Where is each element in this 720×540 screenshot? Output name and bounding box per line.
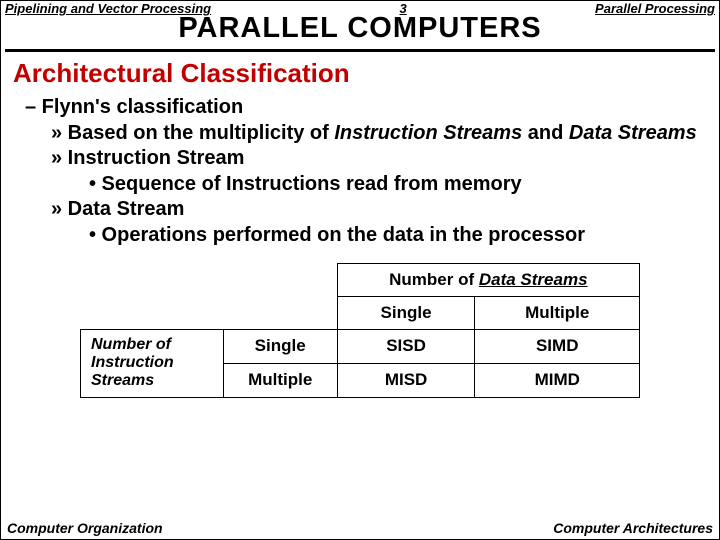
footer-right: Computer Architectures [553,520,713,536]
text-underline: Data Streams [479,270,588,289]
bullet-sequence: • Sequence of Instructions read from mem… [89,172,701,198]
text: Instruction [91,354,174,371]
spacer [81,263,338,296]
spacer [81,296,338,329]
col-group-header: Number of Data Streams [337,263,639,296]
text: and [522,122,569,144]
cell-mimd: MIMD [475,363,640,397]
classification-table: Number of Data Streams Single Multiple N… [80,263,640,398]
cell-misd: MISD [337,363,475,397]
text: Number of [389,270,479,289]
row-group-header: Number of Instruction Streams [81,329,224,397]
header-right: Parallel Processing [595,1,715,16]
bullet-instruction-stream: » Instruction Stream [51,146,701,172]
col-single: Single [337,296,475,329]
text: » Based on the multiplicity of [51,122,334,144]
row-single: Single [223,329,337,363]
row-multiple: Multiple [223,363,337,397]
slide: Pipelining and Vector Processing 3 Paral… [0,0,720,540]
term-data-streams: Data Streams [569,122,697,144]
section-heading: Architectural Classification [1,58,719,89]
footer-left: Computer Organization [7,520,163,536]
bullet-data-stream: » Data Stream [51,197,701,223]
col-multiple: Multiple [475,296,640,329]
title-rule [5,49,715,52]
text: Streams [91,372,154,389]
bullet-operations: • Operations performed on the data in th… [89,223,701,249]
cell-sisd: SISD [337,329,475,363]
flynn-table: Number of Data Streams Single Multiple N… [80,263,640,398]
slide-title: PARALLEL COMPUTERS [1,12,719,45]
bullet-flynn: – Flynn's classification [25,95,701,121]
body-content: – Flynn's classification » Based on the … [1,95,719,249]
cell-simd: SIMD [475,329,640,363]
text: Number of [91,336,171,353]
term-instruction-streams: Instruction Streams [334,122,522,144]
bullet-based-on: » Based on the multiplicity of Instructi… [51,121,701,147]
footer-bar: Computer Organization Computer Architect… [1,520,719,536]
